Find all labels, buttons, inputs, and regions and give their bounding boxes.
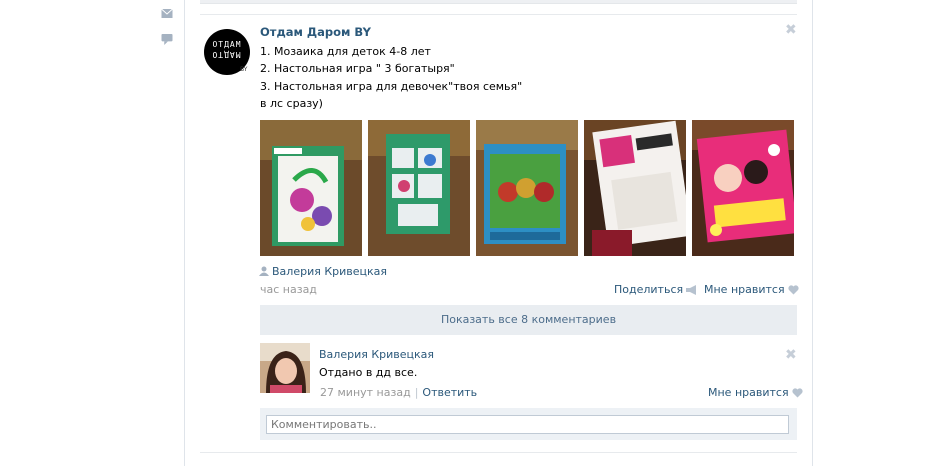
heart-icon (791, 388, 803, 398)
photo-tvoya-semya-game[interactable] (584, 120, 686, 256)
comment-input[interactable] (266, 415, 789, 434)
post-text-line: 3. Настольная игра для девочек"твоя семь… (260, 79, 523, 93)
comment-author-link[interactable]: Валерия Кривецкая (319, 348, 434, 361)
like-label: Мне нравится (704, 283, 785, 296)
post-divider-bottom (200, 452, 797, 453)
left-column-border (184, 0, 185, 466)
mail-icon[interactable] (161, 8, 173, 19)
heart-icon (787, 285, 799, 295)
comment-text: Отдано в дд все. (319, 366, 418, 379)
avatar-logo-text-mirrored: ОТДАМ (212, 50, 242, 59)
comment-author-avatar[interactable] (260, 343, 310, 393)
post-time[interactable]: час назад (260, 283, 317, 296)
person-icon (259, 266, 269, 276)
post-text-line: 1. Мозаика для деток 4-8 лет (260, 45, 431, 58)
show-all-comments-button[interactable]: Показать все 8 комментариев (260, 305, 797, 335)
share-label: Поделиться (614, 283, 684, 296)
reply-button[interactable]: Ответить (422, 386, 477, 399)
comment-meta: 27 минут назад | Ответить (320, 386, 477, 399)
like-button[interactable]: Мне нравится (704, 283, 799, 296)
post-text: 1. Мозаика для деток 4-8 лет 2. Настольн… (260, 43, 522, 112)
comment-like-button[interactable]: Мне нравится (708, 386, 803, 399)
avatar-logo-text: ОТДАМ (212, 40, 242, 49)
post-signer[interactable]: Валерия Кривецкая (259, 265, 387, 278)
previous-post-footer (200, 0, 797, 4)
photo-tvoya-semya-game-2[interactable] (692, 120, 794, 256)
megaphone-icon (686, 285, 697, 295)
photo-tri-bogatyrya-game[interactable] (476, 120, 578, 256)
post-signer-name: Валерия Кривецкая (272, 265, 388, 278)
share-button[interactable]: Поделиться (614, 283, 697, 296)
comment-time[interactable]: 27 минут назад (320, 386, 411, 399)
close-icon[interactable]: ✖ (785, 347, 797, 363)
post-author-link[interactable]: Отдам Даром BY (260, 25, 371, 39)
photo-mosaic-kit[interactable] (260, 120, 362, 256)
right-column-border (812, 0, 813, 466)
chat-icon[interactable] (161, 34, 173, 45)
post-text-line: 2. Настольная игра " 3 богатыря" (260, 62, 455, 76)
comment-like-label: Мне нравится (708, 386, 789, 399)
close-icon[interactable]: ✖ (785, 22, 797, 38)
post-text-line: в лс сразу) (260, 96, 323, 110)
photo-mosaic-kit-2[interactable] (368, 120, 470, 256)
post-divider-top (200, 14, 797, 15)
comment-meta-separator: | (414, 386, 419, 399)
avatar-by-mark: BY (240, 66, 248, 73)
